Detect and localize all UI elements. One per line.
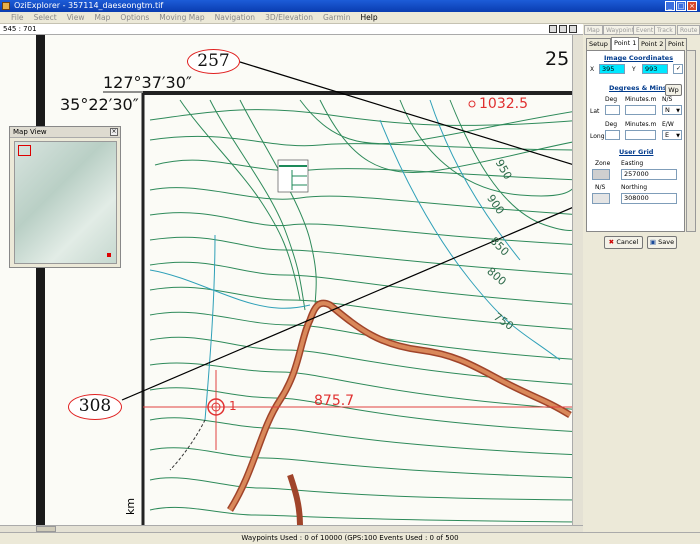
ew-label: E/W <box>662 121 674 128</box>
toolbar-icons <box>549 25 579 35</box>
map-view-title: Map View <box>10 127 120 138</box>
easting-label: Easting <box>621 160 644 167</box>
y-label: Y <box>632 66 636 73</box>
tab-point-3[interactable]: Point <box>665 38 688 50</box>
ns-label: N/S <box>662 96 673 103</box>
map-view-window: Map View × <box>9 126 121 268</box>
status-bar: Waypoints Used : 0 of 10000 (GPS:100 Eve… <box>0 532 700 544</box>
title-bar: OziExplorer - 357114_daeseongtm.tif _ □ … <box>0 0 700 12</box>
tab-event[interactable]: Event <box>633 25 657 35</box>
long-minutes-field[interactable] <box>625 130 656 140</box>
save-icon[interactable] <box>559 25 567 33</box>
northing-label: Northing <box>621 184 648 191</box>
maximize-button[interactable]: □ <box>676 1 686 11</box>
x-label: X <box>590 66 595 73</box>
tab-route[interactable]: Route <box>677 25 700 35</box>
degrees-mins-heading: Degrees & Mins <box>609 84 667 92</box>
save-icon: ▣ <box>649 238 659 246</box>
menu-bar: File Select View Map Options Moving Map Naviga… <box>0 12 700 24</box>
lat-minutes-label: Minutes.m <box>625 96 657 103</box>
window-title: OziExplorer - 357114_daeseongtm.tif <box>14 1 164 10</box>
long-deg-field[interactable] <box>605 130 620 140</box>
panel-scrollbar[interactable] <box>686 50 696 232</box>
tab-track[interactable]: Track <box>654 25 676 35</box>
ew-value: E <box>665 131 670 139</box>
latitude-label: 35°22′30″ <box>60 95 139 114</box>
lat-deg-field[interactable] <box>605 105 620 115</box>
app-icon <box>2 2 10 10</box>
long-label: Long <box>590 133 605 140</box>
northing-callout: 308 <box>68 394 122 420</box>
long-deg-label: Deg <box>605 121 618 128</box>
lat-label: Lat <box>590 108 600 115</box>
wp-button[interactable]: Wp <box>665 84 682 96</box>
menu-navigation[interactable]: Navigation <box>210 12 260 24</box>
menu-options[interactable]: Options <box>115 12 154 24</box>
lat-deg-label: Deg <box>605 96 618 103</box>
cancel-button[interactable]: ✖ Cancel <box>604 236 643 249</box>
longitude-label: 127°37′30″ <box>103 73 192 92</box>
map-canvas[interactable]: 127°37′30″ 35°22′30″ 25 1032.5 875.7 1 9… <box>0 35 583 525</box>
close-map-icon[interactable] <box>569 25 577 33</box>
menu-garmin[interactable]: Garmin <box>318 12 356 24</box>
checkmark-icon[interactable]: ✓ <box>673 64 683 74</box>
calibration-panel: Map Waypoint Event Track Route Setup Poi… <box>584 24 700 530</box>
close-button[interactable]: × <box>687 1 697 11</box>
tab-point-2[interactable]: Point 2 <box>638 38 667 50</box>
easting-callout: 257 <box>187 49 240 74</box>
menu-select[interactable]: Select <box>29 12 62 24</box>
elevation-top-label: 1032.5 <box>479 96 528 112</box>
scale-label: km <box>124 497 138 516</box>
map-overview[interactable] <box>14 141 117 264</box>
chevron-down-icon: ▼ <box>676 133 680 139</box>
minimize-button[interactable]: _ <box>665 1 675 11</box>
tab-setup[interactable]: Setup <box>586 38 611 50</box>
zone-field[interactable] <box>592 169 610 180</box>
image-y-field[interactable]: 993 <box>642 64 668 74</box>
long-minutes-label: Minutes.m <box>625 121 657 128</box>
tab-point-1[interactable]: Point 1 <box>611 37 640 50</box>
tab-map[interactable]: Map <box>584 25 603 35</box>
menu-map[interactable]: Map <box>90 12 116 24</box>
position-marker <box>107 253 111 257</box>
menu-file[interactable]: File <box>6 12 29 24</box>
viewport-frame[interactable] <box>18 145 31 156</box>
chevron-down-icon: ▼ <box>676 108 680 114</box>
menu-view[interactable]: View <box>62 12 90 24</box>
point-number-label: 1 <box>229 399 237 413</box>
northing-field[interactable]: 308000 <box>621 193 677 204</box>
save-label: Save <box>658 238 675 246</box>
ew-select[interactable]: E ▼ <box>662 130 682 140</box>
grid-ns-label: N/S <box>595 184 606 191</box>
tab-waypoint[interactable]: Waypoint <box>603 25 638 35</box>
image-x-field[interactable]: 395 <box>599 64 625 74</box>
menu-3d-elevation[interactable]: 3D/Elevation <box>260 12 318 24</box>
zone-label: Zone <box>595 160 611 167</box>
map-horizontal-scrollbar[interactable] <box>0 525 583 532</box>
menu-moving-map[interactable]: Moving Map <box>154 12 209 24</box>
top-tabs: Map Waypoint Event Track Route <box>584 24 700 36</box>
map-view-close-button[interactable]: × <box>110 128 118 136</box>
save-button[interactable]: ▣ Save <box>647 236 677 249</box>
lat-minutes-field[interactable] <box>625 105 656 115</box>
menu-help[interactable]: Help <box>356 12 383 24</box>
point-1-page: Image Coordinates X 395 Y 993 ✓ Degrees … <box>586 50 685 232</box>
cancel-label: Cancel <box>616 238 639 246</box>
easting-field[interactable]: 257000 <box>621 169 677 180</box>
map-vertical-scrollbar[interactable] <box>572 35 583 525</box>
corner-grid-label: 25 <box>545 48 570 70</box>
cursor-coordinates: 545 : 701 <box>0 24 583 35</box>
grid-ns-field[interactable] <box>592 193 610 204</box>
map-icon[interactable] <box>549 25 557 33</box>
ns-value: N <box>665 106 670 114</box>
image-coordinates-heading: Image Coordinates <box>604 54 674 62</box>
ns-select[interactable]: N ▼ <box>662 105 682 115</box>
user-grid-heading: User Grid <box>619 148 654 156</box>
elevation-mid-label: 875.7 <box>314 393 355 409</box>
